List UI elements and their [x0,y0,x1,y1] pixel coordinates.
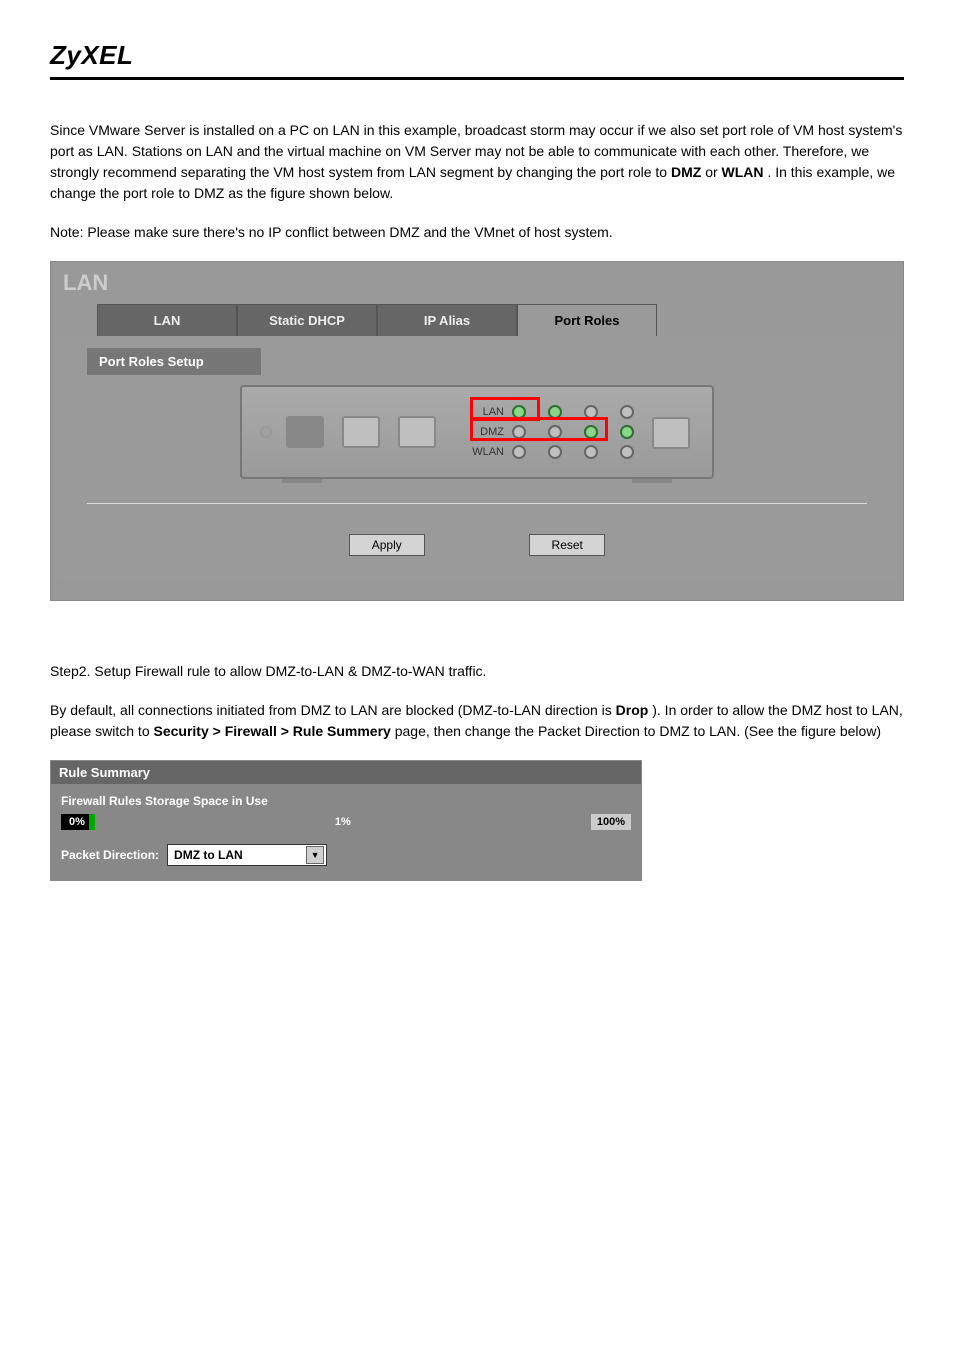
intro-dmz: DMZ [671,164,701,180]
stand-right [632,479,672,483]
packet-direction-label: Packet Direction: [61,848,159,862]
storage-bar: 0% 1% 100% [61,814,631,830]
tab-lan[interactable]: LAN [97,304,237,336]
radio-wlan-1[interactable] [512,445,526,459]
lan-title: LAN [63,270,897,296]
intro-wlan: WLAN [722,164,764,180]
tab-ip-alias[interactable]: IP Alias [377,304,517,336]
storage-mid: 1% [95,814,591,830]
port-roles-setup-label: Port Roles Setup [87,348,261,375]
note-paragraph: Note: Please make sure there's no IP con… [50,222,904,243]
row-wlan-label: WLAN [464,446,506,458]
rule-summary-screenshot: Rule Summary Firewall Rules Storage Spac… [50,760,642,881]
tab-port-roles[interactable]: Port Roles [517,304,657,336]
lan-port-icon [398,416,436,448]
red-highlight-dmz [470,417,608,441]
intro-paragraph: Since VMware Server is installed on a PC… [50,120,904,204]
brand-logo: ZyXEL [50,40,133,70]
radio-wlan-3[interactable] [584,445,598,459]
step2-heading: Step2. Setup Firewall rule to allow DMZ-… [50,661,904,682]
wan-port-icon [286,416,324,448]
step2-drop: Drop [616,702,649,718]
storage-label: Firewall Rules Storage Space in Use [61,794,631,808]
packet-direction-value: DMZ to LAN [174,848,243,862]
radio-lan-4[interactable] [620,405,634,419]
tab-static-dhcp[interactable]: Static DHCP [237,304,377,336]
lan-port-icon [342,416,380,448]
packet-direction-select[interactable]: DMZ to LAN ▼ [167,844,327,866]
intro-or: or [705,164,721,180]
radio-wlan-2[interactable] [548,445,562,459]
step2-paragraph: By default, all connections initiated fr… [50,700,904,742]
rule-summary-header: Rule Summary [51,761,641,784]
storage-100: 100% [591,814,631,830]
stand-left [282,479,322,483]
divider [87,503,867,504]
lan-tabs: LAN Static DHCP IP Alias Port Roles [97,304,897,336]
radio-dmz-4[interactable] [620,425,634,439]
step2-text-a: By default, all connections initiated fr… [50,702,616,718]
storage-0: 0% [61,814,89,830]
reset-button[interactable]: Reset [529,534,605,556]
apply-button[interactable]: Apply [349,534,425,556]
port-roles-panel: Port Roles Setup LAN DMZ [57,336,897,580]
radio-wlan-4[interactable] [620,445,634,459]
lan-config-screenshot: LAN LAN Static DHCP IP Alias Port Roles … [50,261,904,601]
antenna-icon [260,426,272,438]
chevron-down-icon: ▼ [306,846,324,864]
step2-text-c: page, then change the Packet Direction t… [395,723,881,739]
device-diagram: LAN DMZ WLAN [240,385,714,479]
step2-nav-path: Security > Firewall > Rule Summery [154,723,391,739]
page-header: ZyXEL [50,40,904,80]
right-port-icon [652,417,690,449]
